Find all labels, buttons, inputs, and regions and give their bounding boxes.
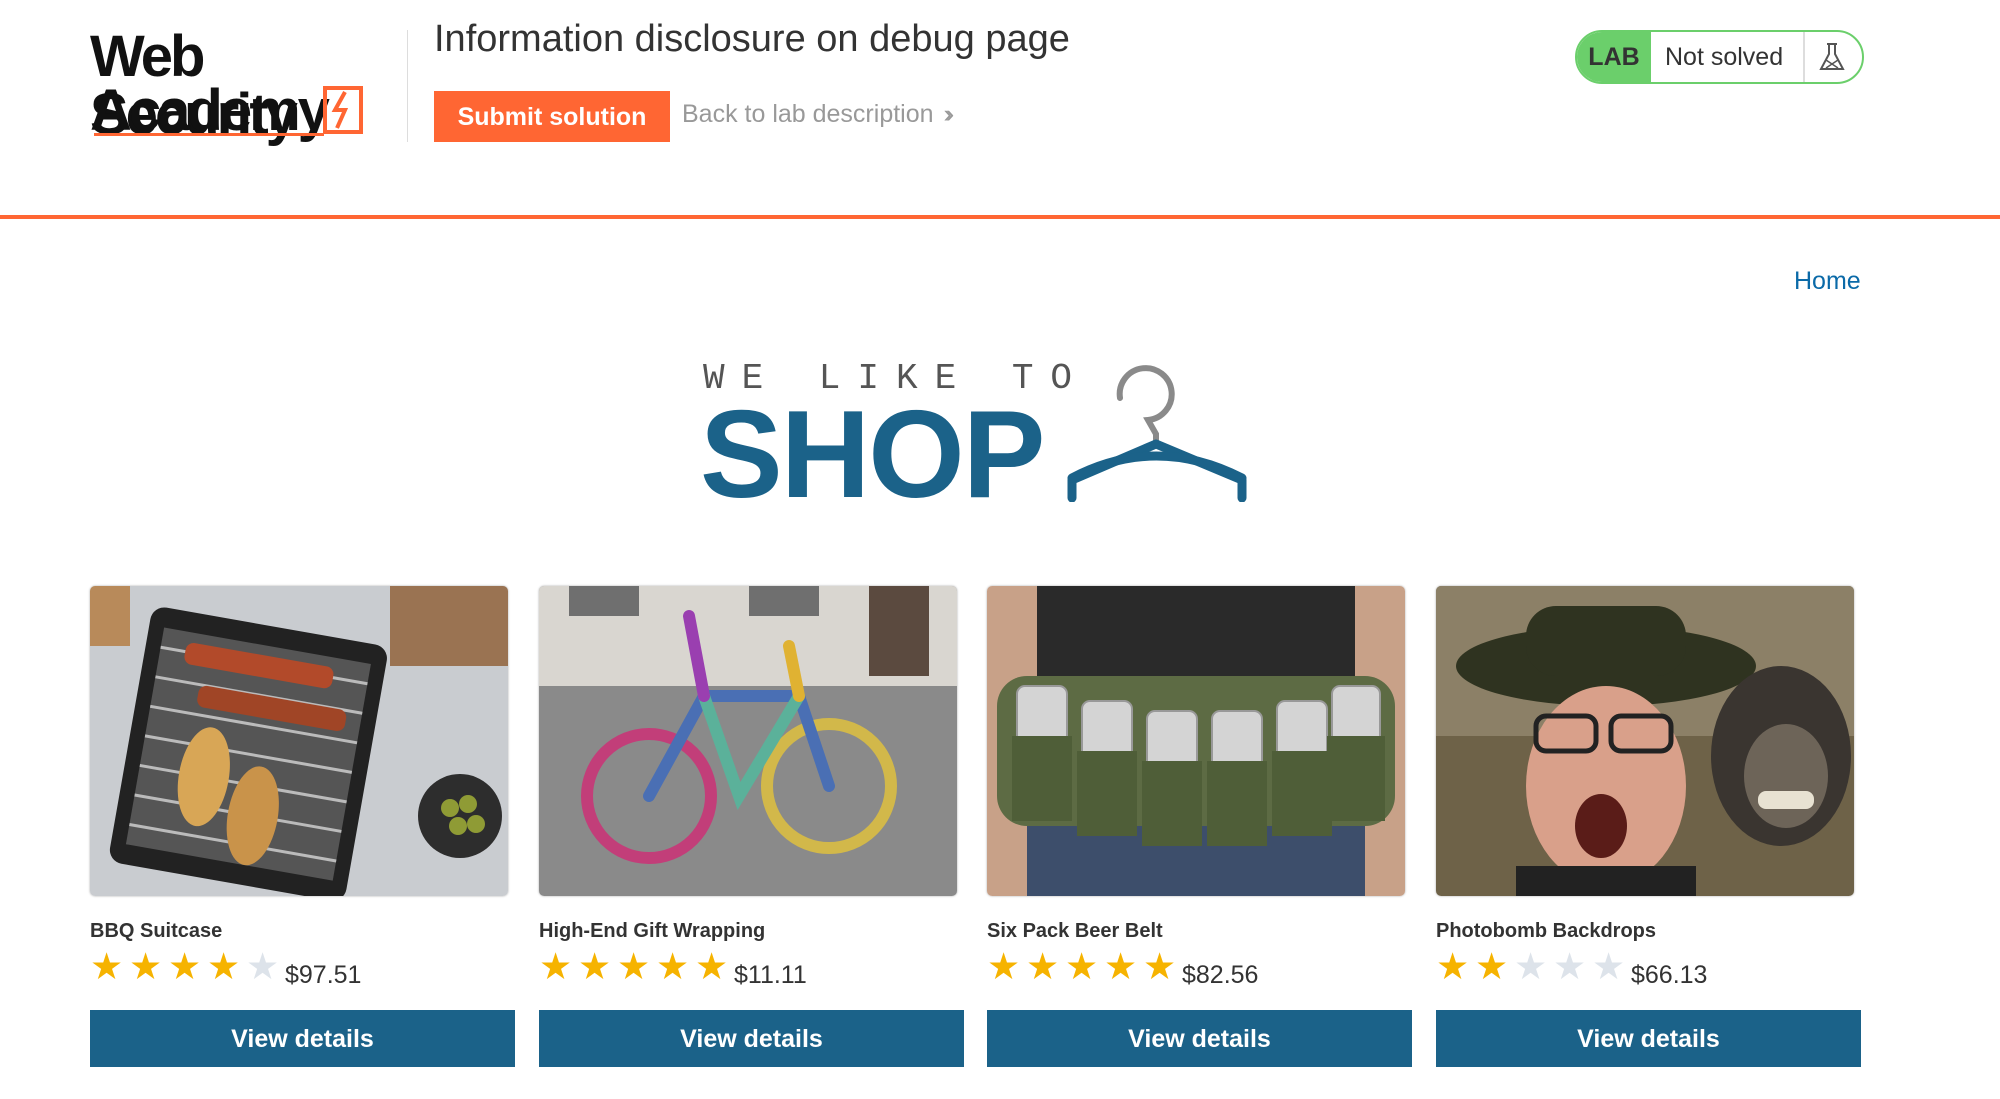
product-name: High-End Gift Wrapping: [539, 920, 766, 942]
star-filled-icon: ★: [1065, 946, 1099, 987]
star-filled-icon: ★: [129, 946, 163, 987]
web-security-academy-logo[interactable]: Web Security Academy: [90, 28, 410, 148]
star-filled-icon: ★: [1026, 946, 1060, 987]
view-details-button[interactable]: View details: [90, 1010, 515, 1067]
star-filled-icon: ★: [987, 946, 1021, 987]
back-to-lab-description-link[interactable]: Back to lab description ››: [682, 100, 954, 129]
product-price: $66.13: [1631, 961, 1708, 989]
lab-status-widget: LAB Not solved: [1575, 30, 1864, 84]
star-empty-icon: ★: [246, 946, 280, 987]
view-details-button[interactable]: View details: [1436, 1010, 1861, 1067]
star-filled-icon: ★: [617, 946, 651, 987]
flask-icon: [1819, 43, 1845, 70]
product-rating: ★ ★ ★ ★ ★: [987, 946, 1182, 987]
star-filled-icon: ★: [90, 946, 124, 987]
double-chevron-right-icon: ››: [943, 100, 954, 128]
product-rating: ★ ★ ★ ★ ★: [1436, 946, 1631, 987]
star-empty-icon: ★: [1592, 946, 1626, 987]
lab-status-text: Not solved: [1665, 43, 1784, 71]
product-name: Six Pack Beer Belt: [987, 920, 1163, 942]
star-filled-icon: ★: [578, 946, 612, 987]
product-name: BBQ Suitcase: [90, 920, 223, 942]
product-price: $82.56: [1182, 961, 1259, 989]
product-image-high-end-gift-wrapping[interactable]: [539, 586, 957, 896]
star-empty-icon: ★: [1514, 946, 1548, 987]
home-link[interactable]: Home: [1794, 267, 1861, 296]
view-details-button[interactable]: View details: [987, 1010, 1412, 1067]
header-accent-bar: [0, 215, 2000, 219]
hanger-icon: [1067, 365, 1247, 502]
star-filled-icon: ★: [656, 946, 690, 987]
star-filled-icon: ★: [539, 946, 573, 987]
logo-bolt-icon: [323, 86, 363, 134]
status-separator: [1803, 32, 1805, 82]
view-details-button[interactable]: View details: [539, 1010, 964, 1067]
product-name: Photobomb Backdrops: [1436, 920, 1657, 942]
star-filled-icon: ★: [1436, 946, 1470, 987]
logo-line-2: Academy: [90, 78, 330, 143]
submit-solution-button[interactable]: Submit solution: [434, 91, 670, 142]
star-filled-icon: ★: [168, 946, 202, 987]
header-divider: [407, 30, 408, 142]
star-filled-icon: ★: [695, 946, 729, 987]
star-empty-icon: ★: [1553, 946, 1587, 987]
star-filled-icon: ★: [207, 946, 241, 987]
product-image-six-pack-beer-belt[interactable]: [987, 586, 1405, 896]
product-rating: ★ ★ ★ ★ ★: [90, 946, 285, 987]
product-image-bbq-suitcase[interactable]: [90, 586, 508, 896]
lab-title: Information disclosure on debug page: [434, 18, 1070, 60]
product-price: $11.11: [734, 961, 807, 989]
logo-underline: [94, 133, 324, 136]
product-rating: ★ ★ ★ ★ ★: [539, 946, 734, 987]
banner-title: SHOP: [700, 386, 1045, 524]
lab-badge: LAB: [1577, 32, 1651, 82]
product-image-photobomb-backdrops[interactable]: [1436, 586, 1854, 896]
star-filled-icon: ★: [1143, 946, 1177, 987]
back-link-label: Back to lab description: [682, 100, 934, 128]
product-price: $97.51: [285, 961, 362, 989]
star-filled-icon: ★: [1104, 946, 1138, 987]
lab-header: Web Security Academy Information disclos…: [0, 0, 2000, 220]
star-filled-icon: ★: [1475, 946, 1509, 987]
